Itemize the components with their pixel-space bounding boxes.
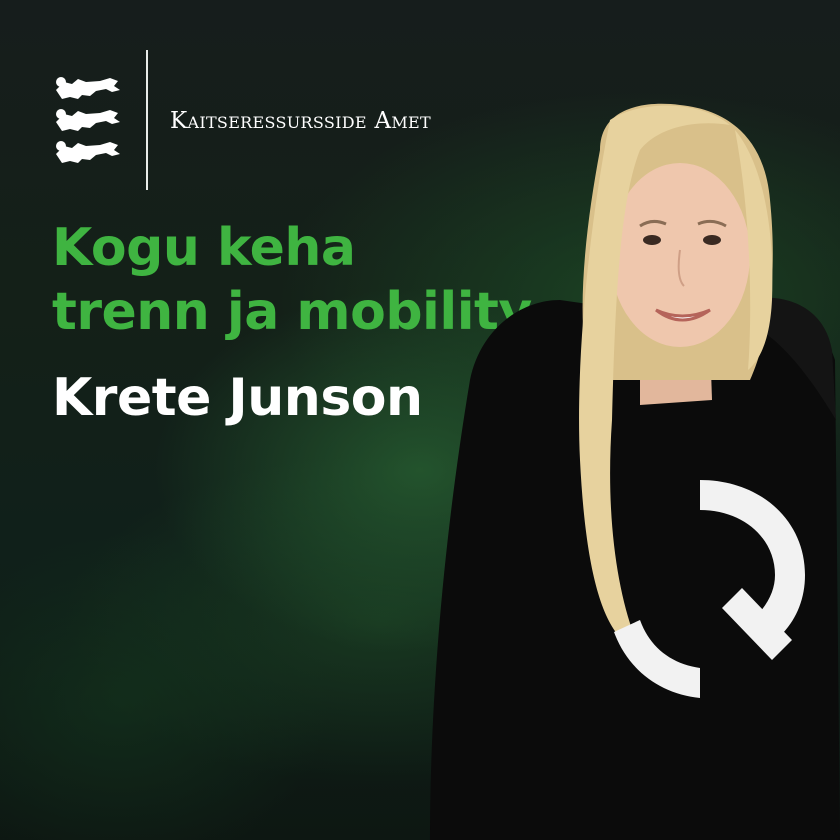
speaker-name: Krete Junson [52, 368, 423, 428]
event-poster: Kaitseressursside Amet Kogu keha trenn j… [0, 0, 840, 840]
